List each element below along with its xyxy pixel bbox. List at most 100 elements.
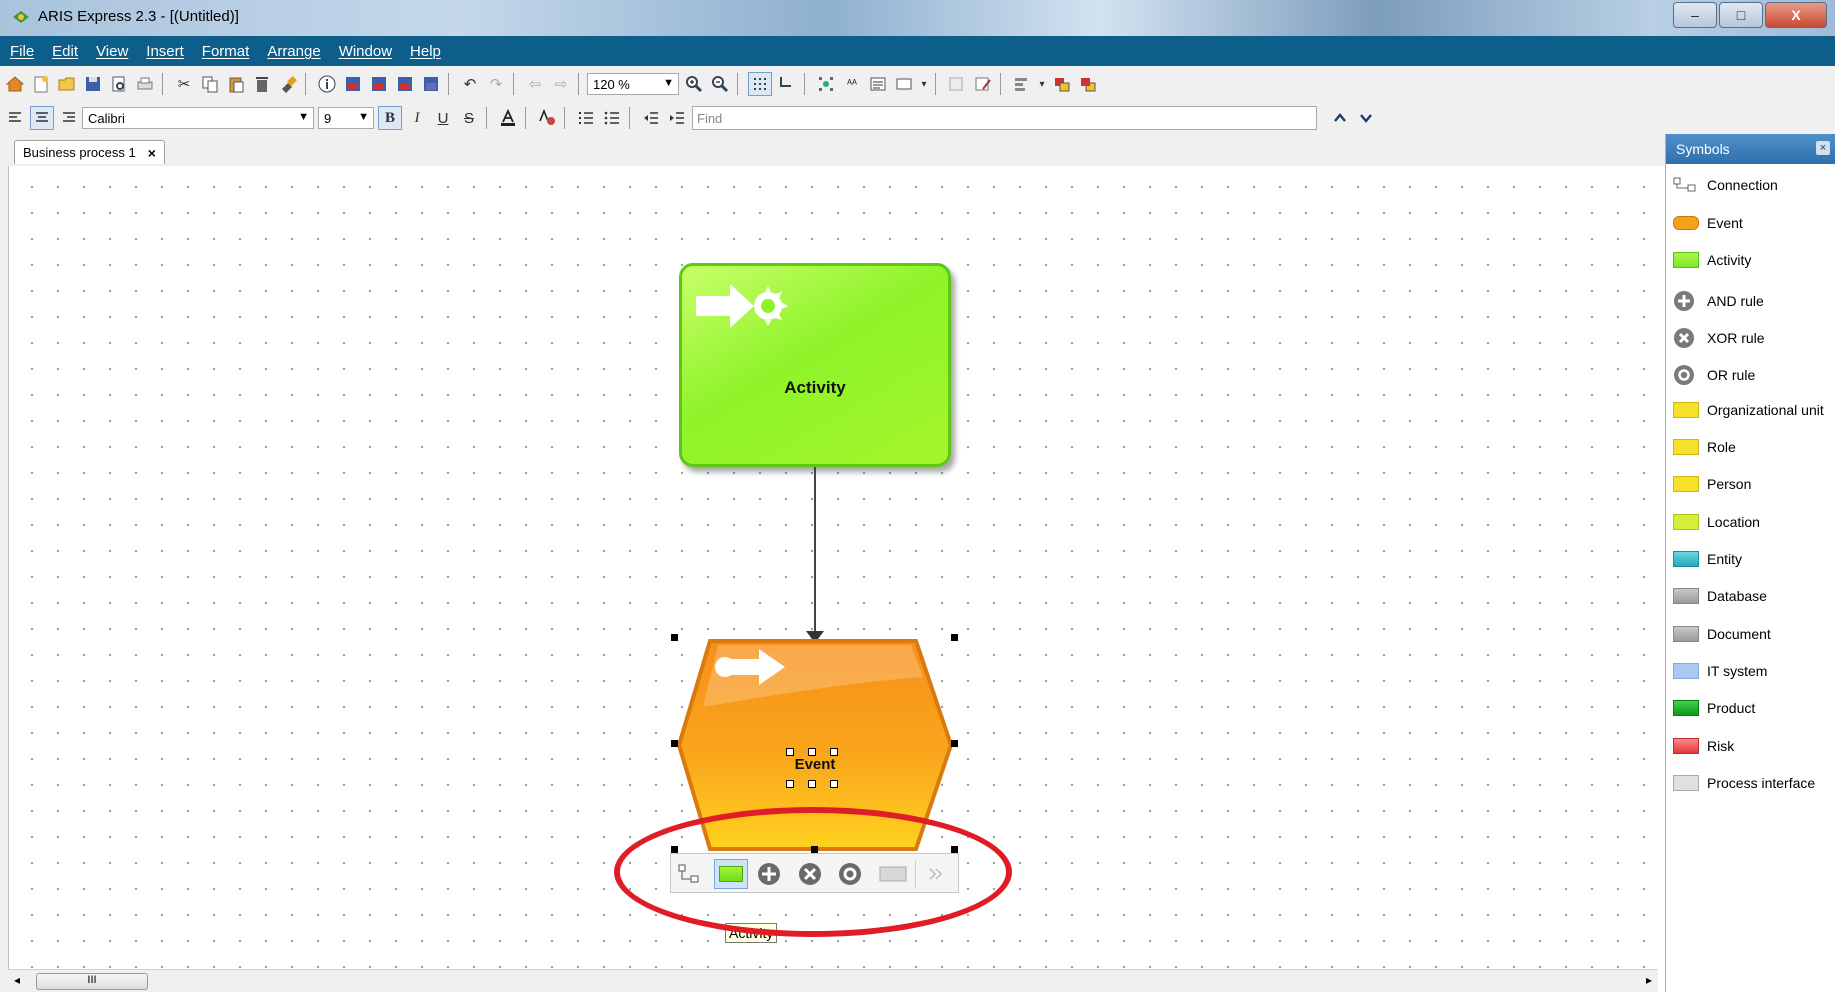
symbol-product[interactable]: Product: [1673, 700, 1755, 716]
menu-view[interactable]: View: [96, 43, 128, 60]
symbol-activity[interactable]: Activity: [1673, 252, 1751, 268]
find-next-icon[interactable]: [1355, 107, 1377, 129]
info-icon[interactable]: [316, 73, 338, 95]
connection-line[interactable]: [814, 467, 816, 637]
symbol-event[interactable]: Event: [1673, 215, 1743, 231]
symbol-organizational-unit[interactable]: Organizational unit: [1673, 402, 1824, 418]
selection-handle[interactable]: [951, 634, 958, 641]
symbol-process-interface[interactable]: Process interface: [1673, 775, 1815, 791]
symbol-database[interactable]: Database: [1673, 588, 1767, 604]
label-handle[interactable]: [786, 748, 794, 756]
connection-tool-icon[interactable]: [776, 73, 798, 95]
grid-icon[interactable]: [748, 72, 772, 96]
increase-indent-icon[interactable]: [666, 107, 688, 129]
selection-handle[interactable]: [671, 740, 678, 747]
symbol-role[interactable]: Role: [1673, 439, 1736, 455]
symbol-location[interactable]: Location: [1673, 514, 1760, 530]
symbol-xor-rule[interactable]: XOR rule: [1673, 327, 1765, 349]
chevron-down-icon[interactable]: ▾: [1037, 73, 1047, 95]
paste-icon[interactable]: [225, 73, 247, 95]
menu-file[interactable]: File: [10, 43, 34, 60]
cut-icon[interactable]: ✂: [173, 73, 195, 95]
export-report-icon[interactable]: [394, 73, 416, 95]
print-preview-icon[interactable]: [108, 73, 130, 95]
label-handle[interactable]: [786, 780, 794, 788]
font-size-select[interactable]: 9 ▼: [318, 107, 374, 129]
align-left-icon[interactable]: [4, 107, 26, 129]
delete-icon[interactable]: [251, 73, 273, 95]
bold-button[interactable]: B: [378, 106, 402, 130]
label-handle[interactable]: [808, 780, 816, 788]
export-pdf-icon[interactable]: [368, 73, 390, 95]
font-family-select[interactable]: Calibri ▼: [82, 107, 314, 129]
selection-handle[interactable]: [671, 634, 678, 641]
send-back-icon[interactable]: [1077, 73, 1099, 95]
close-tab-icon[interactable]: ×: [148, 145, 156, 161]
event-label[interactable]: Event: [780, 756, 850, 773]
close-window-button[interactable]: X: [1765, 2, 1827, 28]
underline-button[interactable]: U: [432, 107, 454, 129]
label-handle[interactable]: [808, 748, 816, 756]
tab-business-process-1[interactable]: Business process 1 ×: [14, 140, 165, 164]
symbol-person[interactable]: Person: [1673, 476, 1751, 492]
format-painter-icon[interactable]: [277, 73, 299, 95]
minimize-button[interactable]: –: [1673, 2, 1717, 28]
scrollbar-thumb[interactable]: III: [36, 973, 148, 990]
chevron-down-icon[interactable]: ▾: [919, 73, 929, 95]
text-highlight-icon[interactable]: [536, 107, 558, 129]
export-image-icon[interactable]: [342, 73, 364, 95]
scroll-left-icon[interactable]: ◂: [14, 973, 20, 987]
selection-handle[interactable]: [951, 740, 958, 747]
forward-icon[interactable]: ⇨: [550, 73, 572, 95]
symbol-connection[interactable]: Connection: [1673, 177, 1778, 193]
symbol-entity[interactable]: Entity: [1673, 551, 1742, 567]
bullet-list-icon[interactable]: [601, 107, 623, 129]
symbol-or-rule[interactable]: OR rule: [1673, 364, 1755, 386]
zoom-in-icon[interactable]: [683, 73, 705, 95]
undo-icon[interactable]: ↶: [459, 73, 481, 95]
back-icon[interactable]: ⇦: [524, 73, 546, 95]
find-previous-icon[interactable]: [1329, 107, 1351, 129]
strikethrough-button[interactable]: S: [458, 107, 480, 129]
maximize-button[interactable]: □: [1719, 2, 1763, 28]
symbol-document[interactable]: Document: [1673, 626, 1771, 642]
menu-arrange[interactable]: Arrange: [267, 43, 320, 60]
find-input[interactable]: Find: [692, 106, 1317, 130]
activity-shape[interactable]: Activity: [679, 263, 951, 467]
layout-icon[interactable]: [815, 73, 837, 95]
numbered-list-icon[interactable]: [575, 107, 597, 129]
open-icon[interactable]: [56, 73, 78, 95]
export-rtf-icon[interactable]: [420, 73, 442, 95]
symbol-and-rule[interactable]: AND rule: [1673, 290, 1764, 312]
label-handle[interactable]: [830, 748, 838, 756]
horizontal-scrollbar[interactable]: ◂ III ▸: [8, 969, 1658, 992]
print-icon[interactable]: [134, 73, 156, 95]
save-icon[interactable]: [82, 73, 104, 95]
redo-icon[interactable]: ↷: [485, 73, 507, 95]
scroll-right-icon[interactable]: ▸: [1646, 973, 1652, 987]
menu-edit[interactable]: Edit: [52, 43, 78, 60]
label-handle[interactable]: [830, 780, 838, 788]
align-icon[interactable]: [1011, 73, 1033, 95]
decrease-indent-icon[interactable]: [640, 107, 662, 129]
home-icon[interactable]: [4, 73, 26, 95]
symbol-it-system[interactable]: IT system: [1673, 663, 1767, 679]
italic-button[interactable]: I: [406, 107, 428, 129]
symbol-risk[interactable]: Risk: [1673, 738, 1734, 754]
menu-help[interactable]: Help: [410, 43, 441, 60]
edit-icon[interactable]: [972, 73, 994, 95]
text-box-icon[interactable]: [867, 73, 889, 95]
menu-insert[interactable]: Insert: [146, 43, 184, 60]
shape-fill-icon[interactable]: [893, 73, 915, 95]
close-panel-icon[interactable]: ×: [1816, 141, 1830, 155]
menu-window[interactable]: Window: [339, 43, 392, 60]
align-center-icon[interactable]: [30, 106, 54, 130]
zoom-select[interactable]: 120 % ▼: [587, 73, 679, 95]
font-color-icon[interactable]: [497, 107, 519, 129]
properties-icon[interactable]: [946, 73, 968, 95]
new-icon[interactable]: [30, 73, 52, 95]
copy-icon[interactable]: [199, 73, 221, 95]
menu-format[interactable]: Format: [202, 43, 250, 60]
spellcheck-icon[interactable]: ᴬᴬ: [841, 73, 863, 95]
bring-front-icon[interactable]: [1051, 73, 1073, 95]
